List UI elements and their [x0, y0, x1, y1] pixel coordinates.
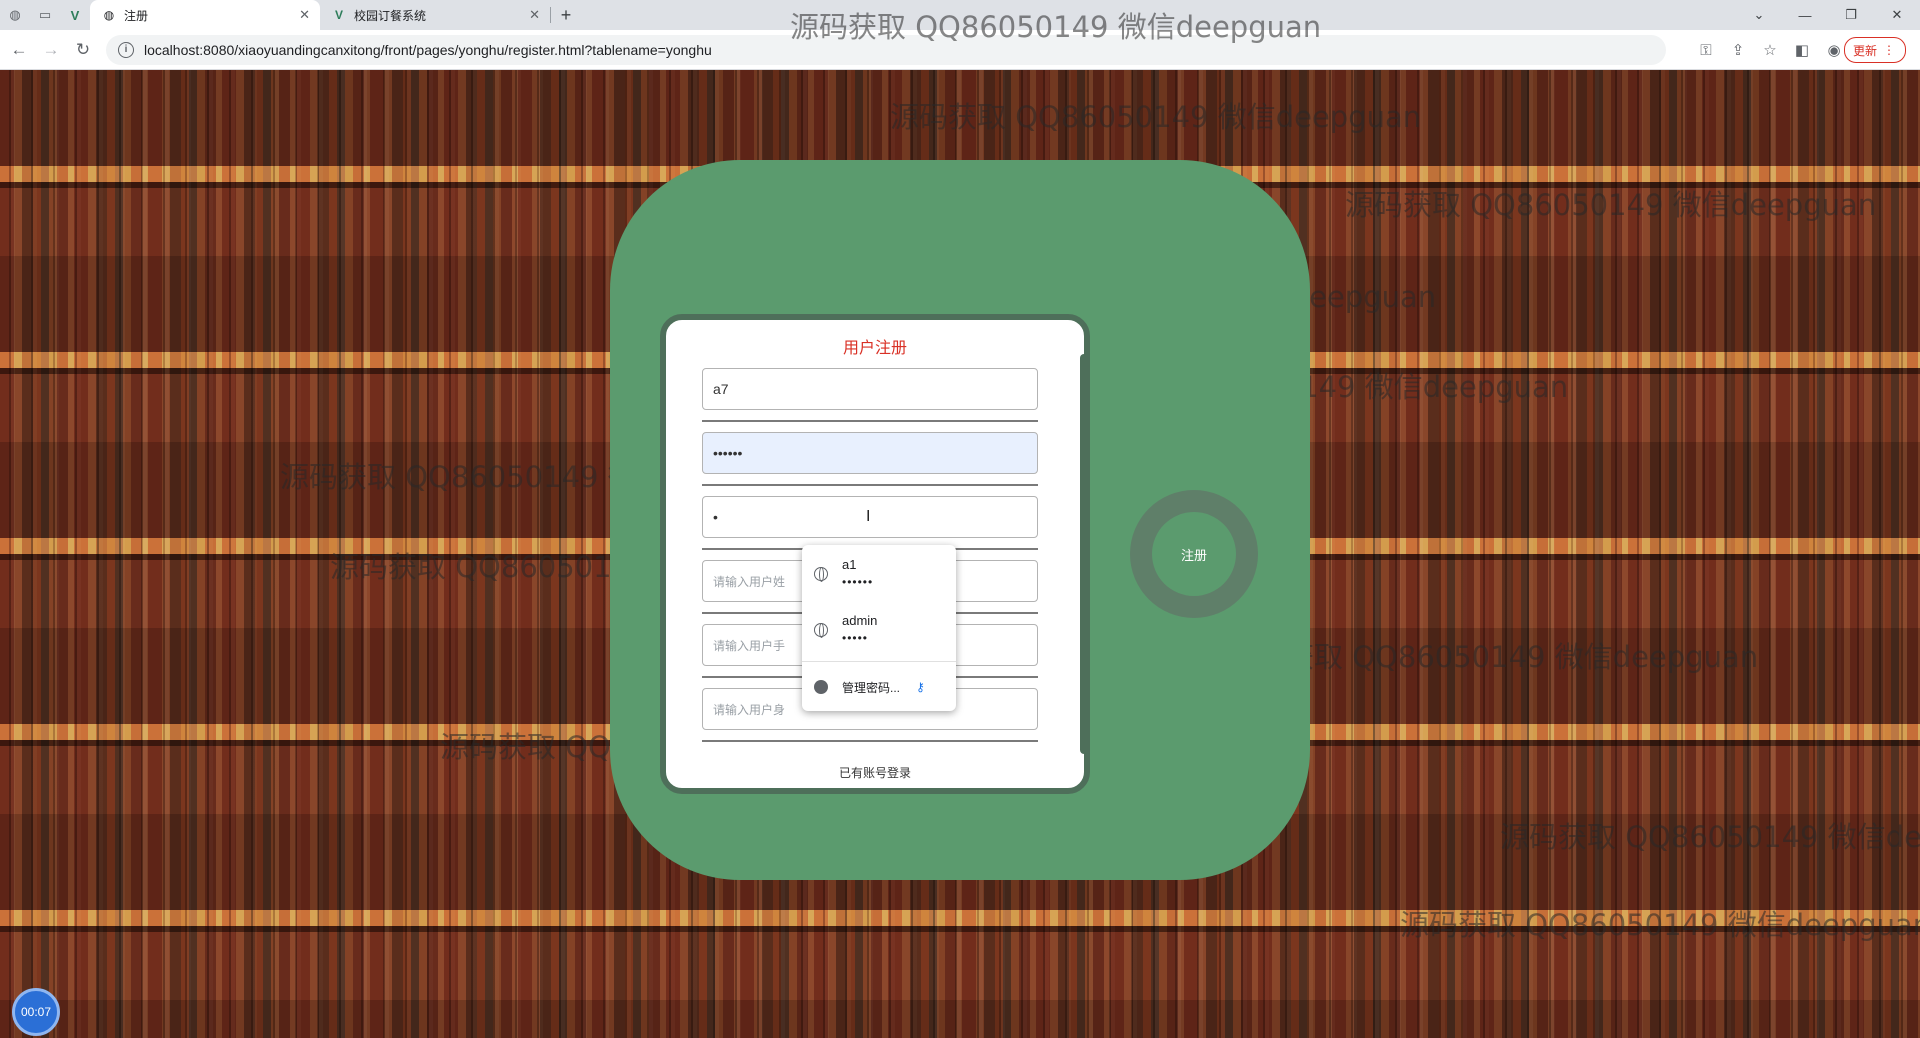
- register-button[interactable]: 注册: [1152, 512, 1236, 596]
- autofill-password: •••••: [842, 631, 869, 645]
- autofill-entry[interactable]: a1 ••••••: [802, 549, 956, 603]
- restore-icon[interactable]: ❐: [1828, 0, 1874, 30]
- blank-icon: ▭: [38, 7, 52, 22]
- autofill-divider: [802, 661, 956, 662]
- autofill-username: a1: [842, 557, 857, 572]
- address-bar[interactable]: i localhost:8080/xiaoyuandingcanxitong/f…: [106, 34, 1666, 65]
- forward-icon[interactable]: →: [38, 37, 64, 63]
- close-icon[interactable]: ✕: [529, 7, 540, 23]
- close-window-icon[interactable]: ✕: [1874, 0, 1920, 30]
- browser-toolbar: ← → ↻ i localhost:8080/xiaoyuandingcanxi…: [0, 30, 1920, 70]
- url-text: localhost:8080/xiaoyuandingcanxitong/fro…: [144, 41, 712, 58]
- globe-icon: [814, 623, 828, 638]
- update-label: 更新: [1852, 43, 1877, 58]
- globe-icon: ◍: [9, 7, 21, 22]
- v-logo-icon: V: [70, 7, 80, 23]
- tab-register[interactable]: ◍ 注册 ✕: [90, 0, 320, 30]
- autofill-username: admin: [842, 613, 878, 628]
- key-icon: ⚷: [916, 680, 925, 694]
- form-title: 用户注册: [842, 340, 907, 357]
- v-logo-icon: V: [334, 8, 343, 22]
- tab-pinned-2[interactable]: ▭: [30, 0, 60, 30]
- chevron-down-icon[interactable]: ⌄: [1736, 0, 1782, 30]
- sidebar-icon[interactable]: ◧: [1786, 41, 1818, 59]
- tab-pinned-3[interactable]: V: [60, 0, 90, 30]
- tab-campus-ordering[interactable]: V 校园订餐系统 ✕: [320, 0, 550, 30]
- text-cursor-icon: I: [866, 508, 871, 525]
- manage-passwords-item[interactable]: 管理密码... ⚷: [802, 667, 956, 707]
- toolbar-icons: ⚿ ⇪ ☆ ◧ ◉: [1690, 30, 1850, 70]
- form-scrollbar[interactable]: [1080, 354, 1088, 754]
- field-divider: [702, 740, 1038, 742]
- info-icon[interactable]: i: [118, 41, 134, 58]
- globe-icon: ◍: [103, 8, 115, 22]
- new-tab-button[interactable]: +: [551, 0, 581, 30]
- update-button[interactable]: 更新 ⋮: [1843, 37, 1906, 63]
- field-divider: [702, 484, 1038, 486]
- tab-pinned-1[interactable]: ◍: [0, 0, 30, 30]
- reload-icon[interactable]: ↻: [70, 37, 96, 63]
- manage-passwords-label: 管理密码...: [842, 680, 901, 695]
- password-input[interactable]: ••••••: [702, 432, 1038, 474]
- recording-timer[interactable]: 00:07: [12, 988, 60, 1036]
- tab-label: 校园订餐系统: [354, 8, 427, 23]
- back-icon[interactable]: ←: [6, 37, 32, 63]
- key-icon[interactable]: ⚿: [1690, 42, 1722, 59]
- gear-icon: [814, 680, 828, 694]
- close-icon[interactable]: ✕: [299, 7, 310, 23]
- field-divider: [702, 420, 1038, 422]
- star-icon[interactable]: ☆: [1754, 41, 1786, 59]
- tab-label: 注册: [124, 8, 149, 23]
- autofill-password: ••••••: [842, 575, 874, 589]
- more-icon: ⋮: [1883, 43, 1895, 57]
- login-link[interactable]: 已有账号登录: [666, 764, 1084, 781]
- tab-strip: ◍ ▭ V ◍ 注册 ✕ V 校园订餐系统 ✕ + ⌄ — ❐ ✕: [0, 0, 1920, 30]
- autofill-entry[interactable]: admin •••••: [802, 605, 956, 659]
- globe-icon: [814, 567, 828, 582]
- account-input[interactable]: a7: [702, 368, 1038, 410]
- password-autofill-popup: a1 •••••• admin ••••• 管理密码... ⚷: [802, 545, 956, 711]
- share-icon[interactable]: ⇪: [1722, 41, 1754, 59]
- minimize-icon[interactable]: —: [1782, 0, 1828, 30]
- register-button-ring: 注册: [1130, 490, 1258, 618]
- window-controls: ⌄ — ❐ ✕: [1736, 0, 1920, 30]
